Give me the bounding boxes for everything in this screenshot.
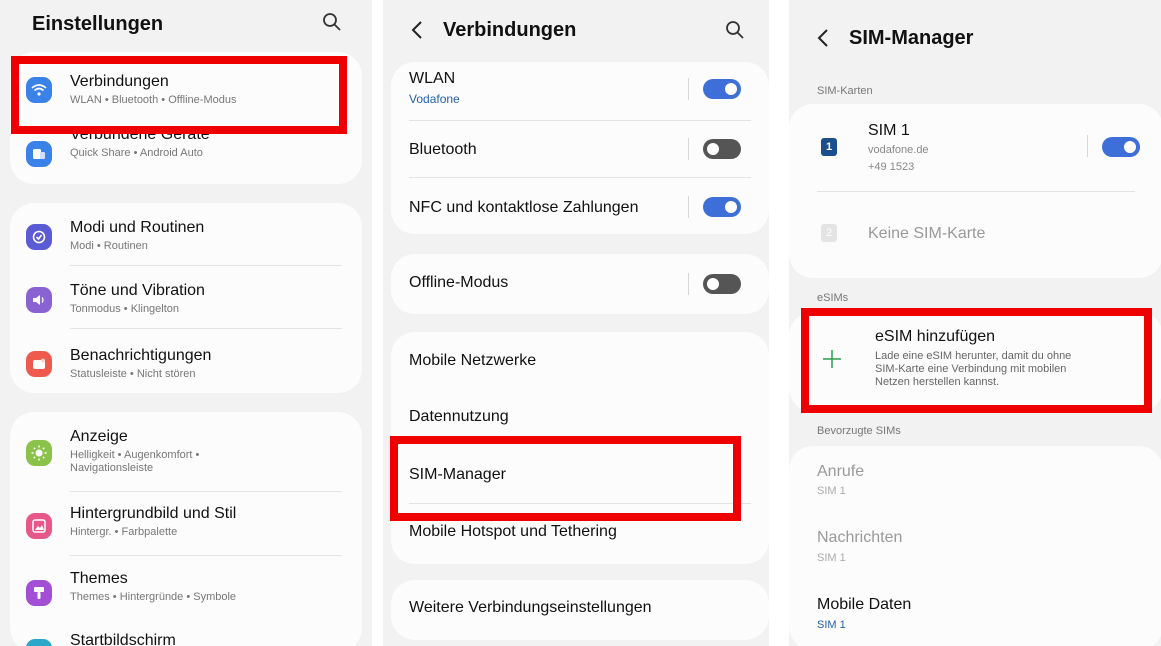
settings-item-subtitle: Helligkeit • Augenkomfort • [70,449,200,461]
mobile-data-row[interactable]: Mobile Daten SIM 1 [789,580,1161,646]
settings-item-label: Anzeige [70,428,128,445]
sim1-badge-icon: 1 [821,138,837,156]
bluetooth-label: Bluetooth [409,141,477,158]
sim2-label: Keine SIM-Karte [868,225,986,242]
back-icon[interactable] [411,20,423,40]
connections-card-more: Weitere Verbindungseinstellungen [391,580,769,640]
bluetooth-toggle[interactable] [703,139,741,159]
check-circle-icon [26,224,52,250]
wlan-toggle[interactable] [703,79,741,99]
highlight-box [801,308,1152,413]
home-icon [26,639,52,646]
wlan-row[interactable]: WLAN Vodafone [391,62,769,121]
settings-item-subtitle: Statusleiste • Nicht stören [70,368,196,380]
settings-card-display: Anzeige Helligkeit • Augenkomfort • Navi… [10,412,362,646]
calls-label: Anrufe [817,463,865,480]
settings-item-home-screen[interactable]: Startbildschirm [10,622,362,646]
settings-item-subtitle: Hintergr. • Farbpalette [70,526,178,538]
settings-item-label: Benachrichtigungen [70,347,212,364]
settings-panel: Einstellungen Verbindungen WLAN • Blueto… [0,0,372,646]
sim2-row: 2 Keine SIM-Karte [789,192,1161,278]
settings-item-sounds[interactable]: Töne und Vibration Tonmodus • Klingelton [10,266,362,329]
settings-item-subtitle: Modi • Routinen [70,240,148,252]
section-header: eSIMs [817,292,849,304]
search-icon[interactable] [725,20,745,40]
sim-manager-header: SIM-Manager [789,0,1161,52]
divider [688,138,689,160]
offline-toggle[interactable] [703,274,741,294]
settings-item-label: Startbildschirm [70,632,176,646]
image-icon [26,513,52,539]
nfc-label: NFC und kontaktlose Zahlungen [409,199,639,216]
bell-icon [26,351,52,377]
offline-row[interactable]: Offline-Modus [391,254,769,314]
mobile-data-label: Mobile Daten [817,596,912,613]
highlight-box [390,436,741,521]
sim1-carrier: vodafone.de [868,144,929,156]
devices-icon [26,141,52,167]
offline-label: Offline-Modus [409,274,509,291]
settings-item-modes[interactable]: Modi und Routinen Modi • Routinen [10,203,362,266]
speaker-icon [26,287,52,313]
back-icon[interactable] [817,28,829,48]
divider [688,78,689,100]
nfc-row[interactable]: NFC und kontaktlose Zahlungen [391,178,769,234]
settings-item-label: Töne und Vibration [70,282,205,299]
settings-item-themes[interactable]: Themes Themes • Hintergründe • Symbole [10,556,362,622]
divider [1087,135,1088,157]
settings-item-label: Hintergrundbild und Stil [70,505,237,522]
sim-manager-panel: SIM-Manager SIM-Karten 1 SIM 1 vodafone.… [789,0,1161,646]
settings-item-display[interactable]: Anzeige Helligkeit • Augenkomfort • Navi… [10,412,362,492]
settings-item-label: Themes [70,570,128,587]
search-icon[interactable] [322,12,342,32]
messages-row: Nachrichten SIM 1 [789,512,1161,580]
sim1-row[interactable]: 1 SIM 1 vodafone.de +49 1523 [789,104,1161,192]
mobile-data-value: SIM 1 [817,619,846,631]
sim-cards-card: 1 SIM 1 vodafone.de +49 1523 2 Keine SIM… [789,104,1161,278]
settings-item-subtitle: Themes • Hintergründe • Symbole [70,591,237,603]
connections-card-offline: Offline-Modus [391,254,769,314]
brush-icon [26,580,52,606]
calls-row: Anrufe SIM 1 [789,446,1161,512]
preferred-sims-card: Anrufe SIM 1 Nachrichten SIM 1 Mobile Da… [789,446,1161,646]
more-settings-row[interactable]: Weitere Verbindungseinstellungen [391,580,769,640]
wlan-label: WLAN [409,70,456,87]
settings-item-subtitle: Tonmodus • Klingelton [70,303,180,315]
mobile-networks-row[interactable]: Mobile Netzwerke [391,332,769,388]
settings-item-label: Modi und Routinen [70,219,205,236]
settings-item-notifications[interactable]: Benachrichtigungen Statusleiste • Nicht … [10,329,362,393]
sim1-toggle[interactable] [1102,137,1140,157]
messages-label: Nachrichten [817,529,903,546]
highlight-box [11,56,347,134]
divider [688,196,689,218]
connections-card-wireless: WLAN Vodafone Bluetooth NFC und kontaktl… [391,62,769,234]
settings-item-subtitle-2: Navigationsleiste [70,462,154,474]
messages-value: SIM 1 [817,552,846,564]
wlan-network: Vodafone [409,92,460,106]
calls-value: SIM 1 [817,485,846,497]
page-title: SIM-Manager [849,27,974,49]
data-usage-label: Datennutzung [409,408,509,425]
settings-item-wallpaper[interactable]: Hintergrundbild und Stil Hintergr. • Far… [10,492,362,556]
hotspot-label: Mobile Hotspot und Tethering [409,523,617,540]
page-title: Einstellungen [32,13,164,35]
mobile-networks-label: Mobile Netzwerke [409,352,537,369]
connections-header: Verbindungen [383,0,769,52]
bluetooth-row[interactable]: Bluetooth [391,121,769,178]
sun-icon [26,440,52,466]
settings-item-subtitle: Quick Share • Android Auto [70,147,203,159]
section-header: SIM-Karten [817,85,873,97]
sim1-number: +49 1523 [868,161,915,173]
sim1-label: SIM 1 [868,122,910,139]
section-header: Bevorzugte SIMs [817,425,901,437]
settings-header: Einstellungen [0,0,372,52]
nfc-toggle[interactable] [703,197,741,217]
divider [688,273,689,295]
settings-card-modes: Modi und Routinen Modi • Routinen Töne u… [10,203,362,393]
page-title: Verbindungen [443,19,577,41]
connections-panel: Verbindungen WLAN Vodafone Bluetooth NFC… [383,0,769,646]
sim2-badge-icon: 2 [821,224,837,242]
more-settings-label: Weitere Verbindungseinstellungen [409,599,652,616]
